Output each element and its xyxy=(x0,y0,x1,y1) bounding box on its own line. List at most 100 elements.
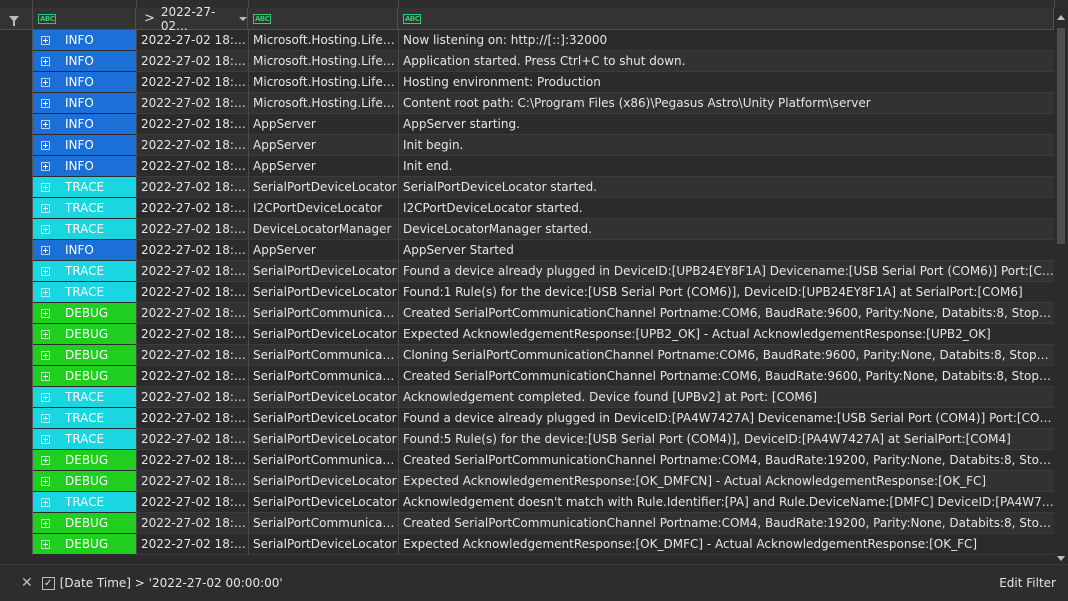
filter-cell-logger[interactable]: ABC xyxy=(248,8,398,29)
message-cell[interactable]: Found:5 Rule(s) for the device:[USB Seri… xyxy=(398,429,1054,450)
logger-cell[interactable]: SerialPortDeviceLocator xyxy=(248,387,398,408)
logger-cell[interactable]: Microsoft.Hosting.Lifetime xyxy=(248,72,398,93)
time-cell[interactable]: 2022-27-02 18:38:15 xyxy=(136,240,248,261)
row-indicator-cell[interactable] xyxy=(0,93,33,114)
level-cell[interactable]: INFO xyxy=(33,240,136,261)
table-row[interactable]: INFO 2022-27-02 18:38:13Microsoft.Hosting… xyxy=(0,72,1054,93)
greater-than-operator-icon[interactable]: > xyxy=(144,11,155,26)
expand-plus-icon[interactable] xyxy=(41,476,50,486)
message-cell[interactable]: Application started. Press Ctrl+C to shu… xyxy=(398,51,1054,72)
level-cell[interactable]: INFO xyxy=(33,114,136,135)
header-cell-level[interactable] xyxy=(33,0,137,8)
table-row[interactable]: DEBUG 2022-27-02 18:38:16SerialPortCommun… xyxy=(0,513,1054,534)
table-row[interactable]: INFO 2022-27-02 18:38:15AppServerInit end… xyxy=(0,156,1054,177)
message-cell[interactable]: Created SerialPortCommunicationChannel P… xyxy=(398,366,1054,387)
table-row[interactable]: TRACE2022-27-02 18:38:15DeviceLocatorMan… xyxy=(0,219,1054,240)
logger-cell[interactable]: AppServer xyxy=(248,114,398,135)
logger-cell[interactable]: SerialPortDeviceLocator xyxy=(248,534,398,555)
expand-plus-icon[interactable] xyxy=(41,203,50,213)
expand-plus-icon[interactable] xyxy=(41,518,50,528)
message-cell[interactable]: Created SerialPortCommunicationChannel P… xyxy=(398,450,1054,471)
logger-cell[interactable]: AppServer xyxy=(248,156,398,177)
time-cell[interactable]: 2022-27-02 18:38:15 xyxy=(136,387,248,408)
level-cell[interactable]: TRACE xyxy=(33,219,136,240)
row-indicator-cell[interactable] xyxy=(0,240,33,261)
level-cell[interactable]: DEBUG xyxy=(33,534,136,555)
level-cell[interactable]: INFO xyxy=(33,156,136,177)
time-cell[interactable]: 2022-27-02 18:38:15 xyxy=(136,156,248,177)
message-cell[interactable]: Created SerialPortCommunicationChannel P… xyxy=(398,513,1054,534)
logger-cell[interactable]: I2CPortDeviceLocator xyxy=(248,198,398,219)
message-cell[interactable]: Expected AcknowledgementResponse:[OK_DMF… xyxy=(398,534,1054,555)
logger-cell[interactable]: DeviceLocatorManager xyxy=(248,219,398,240)
funnel-icon[interactable] xyxy=(9,15,19,26)
message-cell[interactable]: Now listening on: http://[::]:32000 xyxy=(398,30,1054,51)
expand-plus-icon[interactable] xyxy=(41,35,50,45)
row-indicator-cell[interactable] xyxy=(0,177,33,198)
table-row[interactable]: INFO 2022-27-02 18:38:15AppServerAppServe… xyxy=(0,240,1054,261)
row-indicator-cell[interactable] xyxy=(0,135,33,156)
row-indicator-cell[interactable] xyxy=(0,345,33,366)
table-row[interactable]: INFO 2022-27-02 18:38:15AppServerInit beg… xyxy=(0,135,1054,156)
logger-cell[interactable]: SerialPortDeviceLocator xyxy=(248,177,398,198)
message-cell[interactable]: SerialPortDeviceLocator started. xyxy=(398,177,1054,198)
time-cell[interactable]: 2022-27-02 18:38:15 xyxy=(136,219,248,240)
expand-plus-icon[interactable] xyxy=(41,434,50,444)
table-row[interactable]: INFO 2022-27-02 18:38:13Microsoft.Hosting… xyxy=(0,93,1054,114)
time-cell[interactable]: 2022-27-02 18:38:16 xyxy=(136,513,248,534)
expand-plus-icon[interactable] xyxy=(41,119,50,129)
table-row[interactable]: DEBUG 2022-27-02 18:38:15SerialPortCommun… xyxy=(0,366,1054,387)
logger-cell[interactable]: SerialPortDeviceLocator xyxy=(248,261,398,282)
time-cell[interactable]: 2022-27-02 18:38:13 xyxy=(136,93,248,114)
time-cell[interactable]: 2022-27-02 18:38:16 xyxy=(136,534,248,555)
level-cell[interactable]: INFO xyxy=(33,93,136,114)
expand-plus-icon[interactable] xyxy=(41,98,50,108)
table-row[interactable]: DEBUG 2022-27-02 18:38:15SerialPortCommun… xyxy=(0,345,1054,366)
logger-cell[interactable]: SerialPortCommunicatio... xyxy=(248,366,398,387)
level-cell[interactable]: DEBUG xyxy=(33,345,136,366)
message-cell[interactable]: Init end. xyxy=(398,156,1054,177)
time-cell[interactable]: 2022-27-02 18:38:15 xyxy=(136,177,248,198)
message-cell[interactable]: AppServer starting. xyxy=(398,114,1054,135)
message-cell[interactable]: Acknowledgement completed. Device found … xyxy=(398,387,1054,408)
table-row[interactable]: TRACE 2022-27-02 18:38:15SerialPortDevice… xyxy=(0,261,1054,282)
time-cell[interactable]: 2022-27-02 18:38:15 xyxy=(136,135,248,156)
logger-cell[interactable]: SerialPortDeviceLocator xyxy=(248,324,398,345)
level-cell[interactable]: INFO xyxy=(33,135,136,156)
table-row[interactable]: DEBUG 2022-27-02 18:38:15SerialPortCommun… xyxy=(0,303,1054,324)
table-row[interactable]: TRACE 2022-27-02 18:38:15SerialPortDevice… xyxy=(0,282,1054,303)
scroll-up-arrow-icon[interactable] xyxy=(1057,15,1065,20)
table-row[interactable]: DEBUG 2022-27-02 18:38:16SerialPortDevice… xyxy=(0,471,1054,492)
message-cell[interactable]: AppServer Started xyxy=(398,240,1054,261)
time-cell[interactable]: 2022-27-02 18:38:16 xyxy=(136,471,248,492)
message-cell[interactable]: Expected AcknowledgementResponse:[UPB2_O… xyxy=(398,324,1054,345)
level-cell[interactable]: DEBUG xyxy=(33,471,136,492)
time-cell[interactable]: 2022-27-02 18:38:16 xyxy=(136,429,248,450)
message-cell[interactable]: Found:1 Rule(s) for the device:[USB Seri… xyxy=(398,282,1054,303)
level-cell[interactable]: INFO xyxy=(33,30,136,51)
header-cell-message[interactable] xyxy=(399,0,1055,8)
time-cell[interactable]: 2022-27-02 18:38:16 xyxy=(136,450,248,471)
level-cell[interactable]: TRACE xyxy=(33,198,136,219)
logger-cell[interactable]: Microsoft.Hosting.Lifetime xyxy=(248,30,398,51)
time-cell[interactable]: 2022-27-02 18:38:15 xyxy=(136,282,248,303)
row-indicator-cell[interactable] xyxy=(0,534,33,555)
row-indicator-cell[interactable] xyxy=(0,282,33,303)
scroll-down-arrow-icon[interactable] xyxy=(1057,556,1065,561)
logger-cell[interactable]: SerialPortDeviceLocator xyxy=(248,492,398,513)
datetime-filter-value[interactable]: 2022-27-02... xyxy=(161,5,231,33)
expand-plus-icon[interactable] xyxy=(41,392,50,402)
time-cell[interactable]: 2022-27-02 18:38:15 xyxy=(136,261,248,282)
message-cell[interactable]: Init begin. xyxy=(398,135,1054,156)
logger-cell[interactable]: SerialPortCommunicatio... xyxy=(248,450,398,471)
expand-plus-icon[interactable] xyxy=(41,140,50,150)
logger-cell[interactable]: SerialPortDeviceLocator xyxy=(248,282,398,303)
row-indicator-cell[interactable] xyxy=(0,471,33,492)
expand-plus-icon[interactable] xyxy=(41,77,50,87)
chevron-down-icon[interactable] xyxy=(239,16,247,21)
header-cell-logger[interactable] xyxy=(249,0,399,8)
row-indicator-cell[interactable] xyxy=(0,303,33,324)
edit-filter-link[interactable]: Edit Filter xyxy=(999,576,1056,590)
table-row[interactable]: INFO 2022-27-02 18:38:13Microsoft.Hosting… xyxy=(0,30,1054,51)
level-cell[interactable]: DEBUG xyxy=(33,366,136,387)
